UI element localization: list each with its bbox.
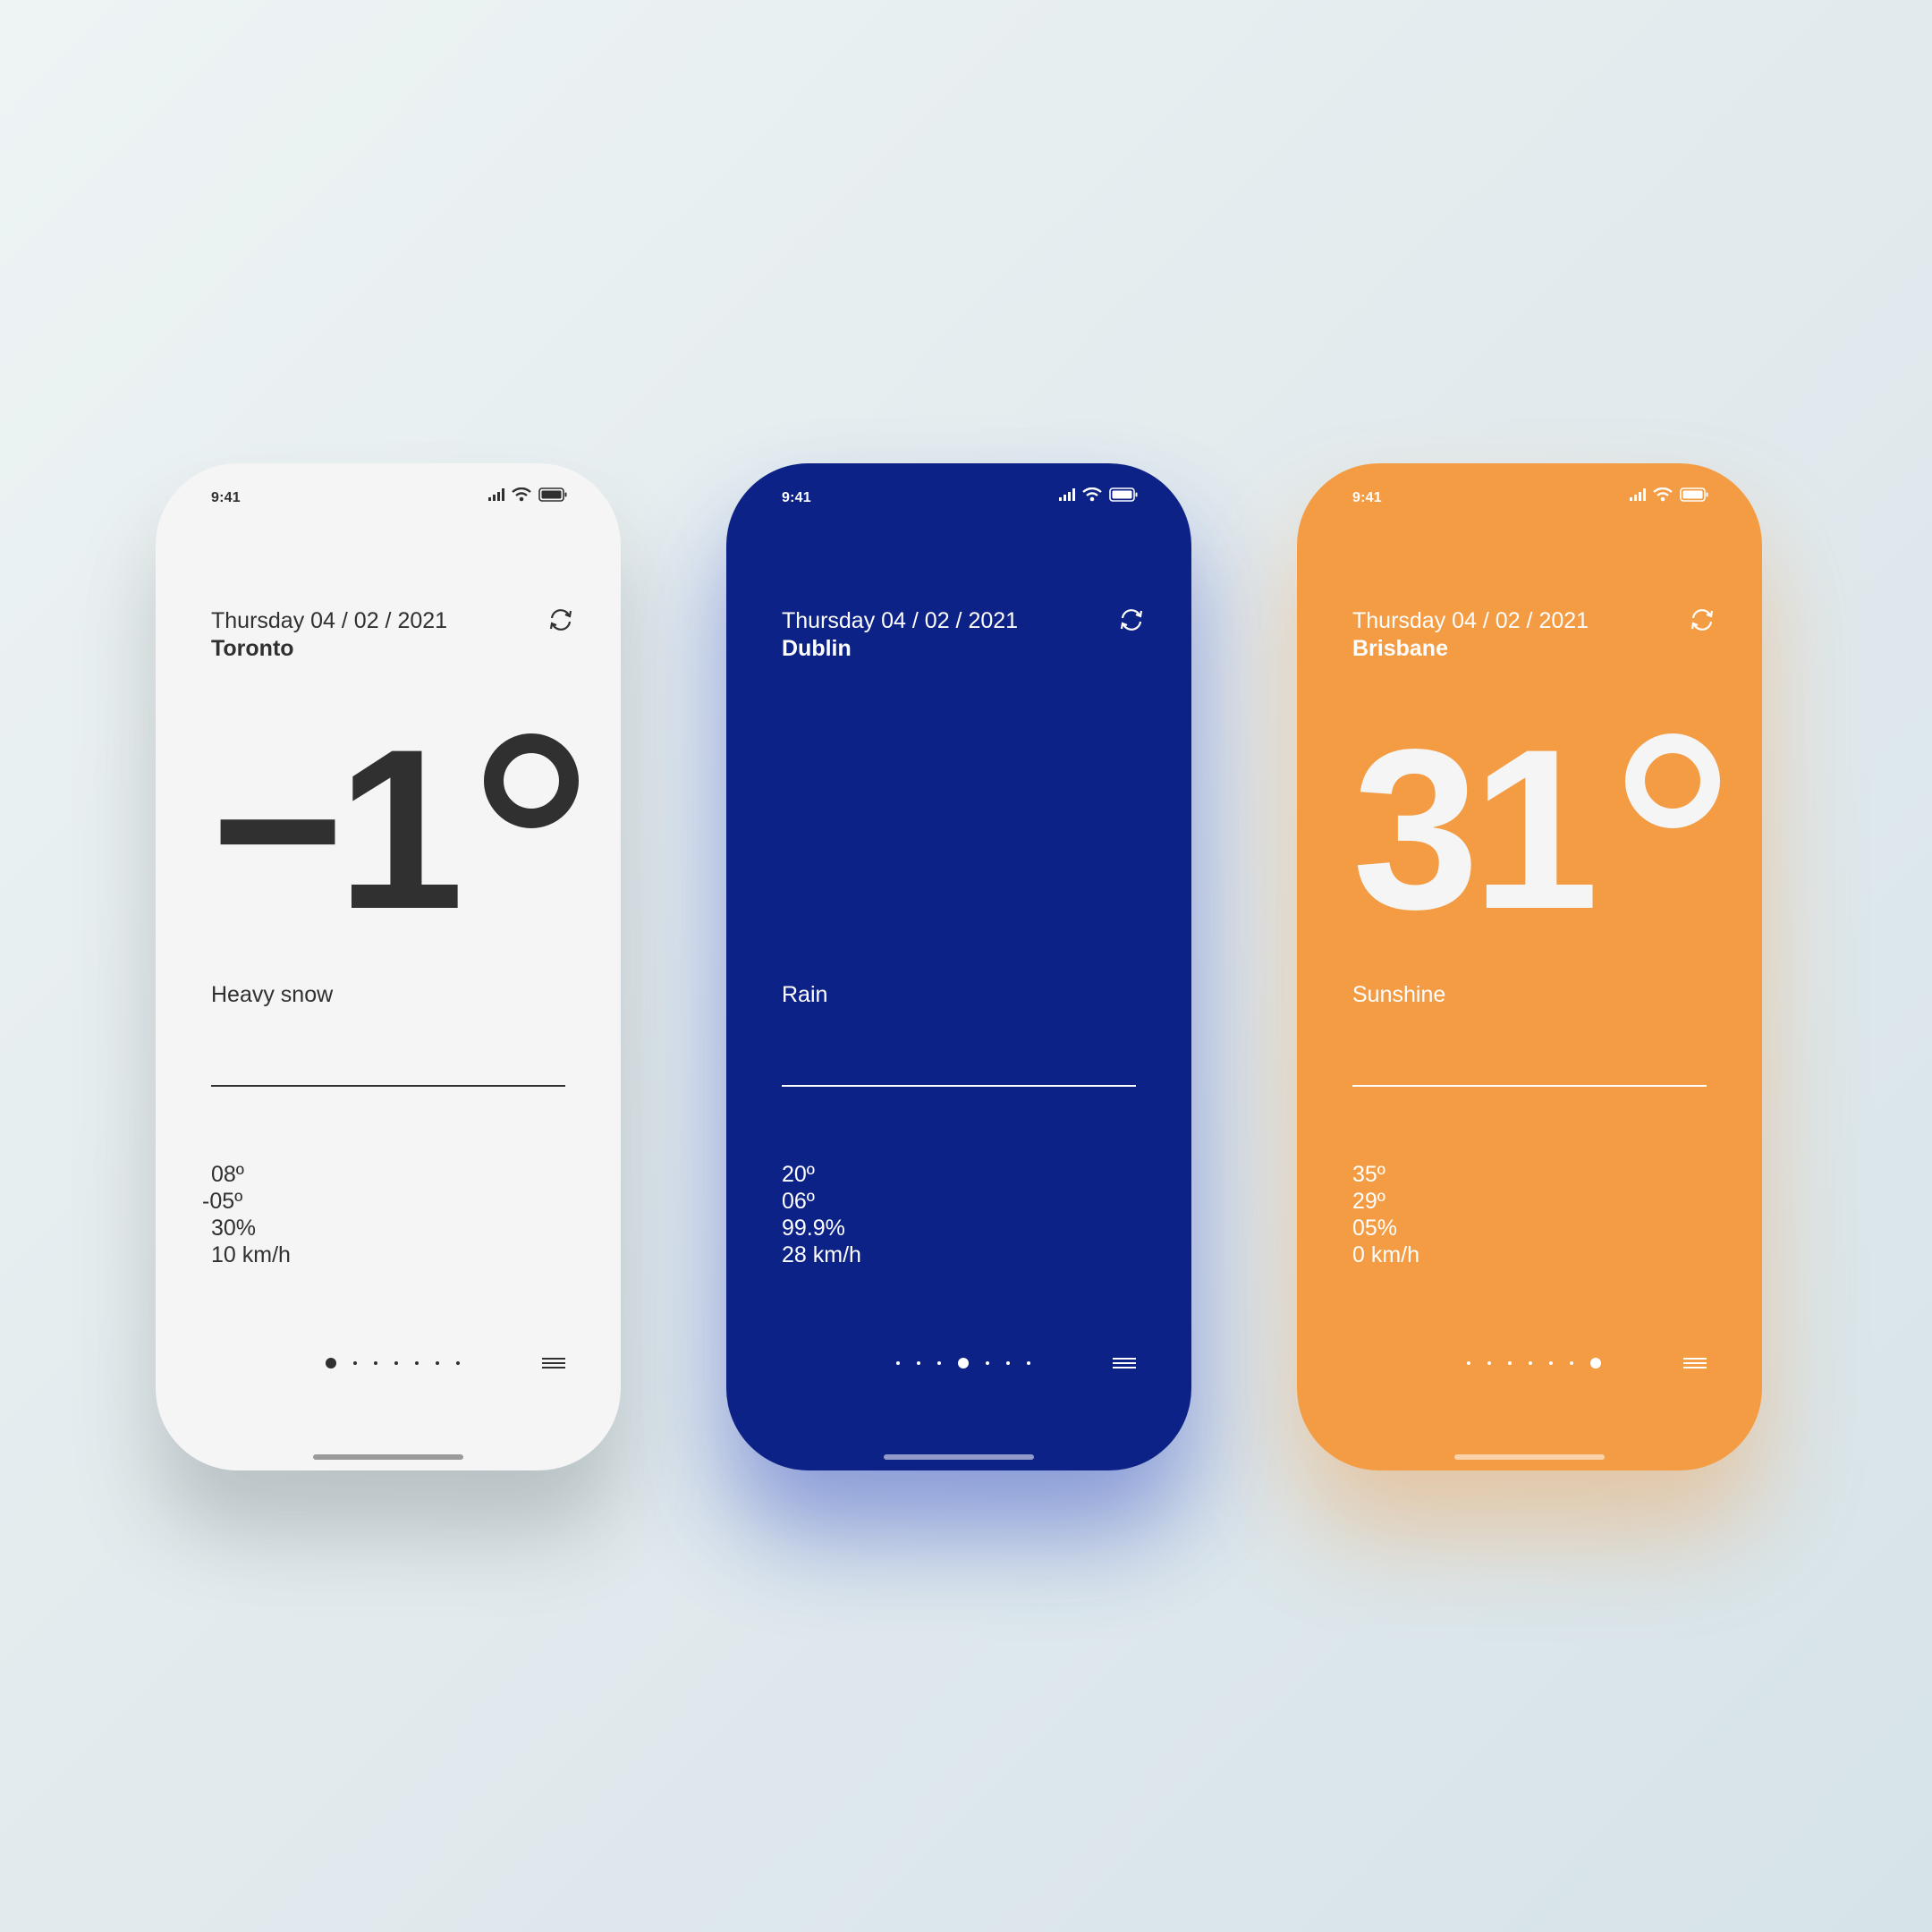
stats-list: 08º -05º 30% 10 km/h [202, 1161, 291, 1268]
stat-humidity: 30% [211, 1216, 257, 1241]
wifi-icon [1653, 487, 1673, 502]
page-dot[interactable] [415, 1361, 419, 1365]
page-dot[interactable] [456, 1361, 460, 1365]
home-indicator[interactable] [313, 1454, 463, 1460]
home-indicator[interactable] [884, 1454, 1034, 1460]
stat-high: 35º [1352, 1162, 1385, 1187]
signal-icon [488, 488, 504, 501]
stat-wind: 10 km/h [211, 1242, 291, 1267]
page-indicator[interactable] [1467, 1356, 1601, 1370]
menu-icon[interactable] [1113, 1356, 1136, 1370]
temperature-display: 31 [1352, 716, 1728, 944]
page-dot[interactable] [1006, 1361, 1010, 1365]
stats-list: 35º 29º 05% 0 km/h [1352, 1161, 1419, 1268]
city-label: Toronto [211, 636, 294, 661]
weather-card-brisbane: 9:41 Thursday 04 / 02 / 2021 Brisbane 31… [1297, 463, 1762, 1470]
divider [211, 1085, 565, 1087]
home-indicator[interactable] [1454, 1454, 1605, 1460]
battery-icon [1109, 487, 1138, 502]
page-dot[interactable] [353, 1361, 357, 1365]
stats-list: 20º 06º 99.9% 28 km/h [782, 1161, 861, 1268]
status-time: 9:41 [782, 490, 811, 505]
menu-icon[interactable] [542, 1356, 565, 1370]
refresh-icon[interactable] [547, 606, 574, 633]
stat-high: 08º [211, 1162, 244, 1187]
temperature-display: −1 [211, 716, 587, 944]
battery-icon [1680, 487, 1708, 502]
page-dot[interactable] [374, 1361, 377, 1365]
weather-card-dublin: 9:41 Thursday 04 / 02 / 2021 Dublin Rain… [726, 463, 1191, 1470]
status-icons [1630, 487, 1708, 502]
stat-humidity: 05% [1352, 1216, 1398, 1241]
weather-card-toronto: 9:41 Thursday 04 / 02 / 2021 Toronto −1 … [156, 463, 621, 1470]
page-dot-active[interactable] [958, 1358, 969, 1368]
condition-label: Heavy snow [211, 982, 334, 1007]
signal-icon [1059, 488, 1075, 501]
stat-wind: 0 km/h [1352, 1242, 1420, 1267]
city-label: Brisbane [1352, 636, 1448, 661]
page-indicator[interactable] [896, 1356, 1030, 1370]
page-dot[interactable] [1570, 1361, 1573, 1365]
wifi-icon [1082, 487, 1102, 502]
stat-low: 06º [782, 1189, 815, 1214]
stat-humidity: 99.9% [782, 1216, 845, 1241]
stat-high: 20º [782, 1162, 815, 1187]
stat-wind: 28 km/h [782, 1242, 861, 1267]
page-dot[interactable] [1529, 1361, 1532, 1365]
signal-icon [1630, 488, 1646, 501]
temperature-value: 31 [1352, 702, 1599, 957]
condition-label: Rain [782, 982, 828, 1007]
battery-icon [538, 487, 567, 502]
divider [782, 1085, 1136, 1087]
page-dot[interactable] [1487, 1361, 1491, 1365]
page-dot[interactable] [1549, 1361, 1553, 1365]
page-indicator[interactable] [326, 1356, 460, 1370]
page-dot[interactable] [986, 1361, 989, 1365]
page-dot[interactable] [1027, 1361, 1030, 1365]
refresh-icon[interactable] [1689, 606, 1716, 633]
page-dot-active[interactable] [326, 1358, 336, 1368]
city-label: Dublin [782, 636, 852, 661]
temperature-value: −1 [211, 702, 464, 957]
status-icons [488, 487, 567, 502]
page-dot[interactable] [436, 1361, 439, 1365]
wifi-icon [512, 487, 531, 502]
date-label: Thursday 04 / 02 / 2021 [211, 608, 448, 633]
refresh-icon[interactable] [1118, 606, 1145, 633]
stat-low: -05º [202, 1189, 243, 1214]
status-time: 9:41 [211, 490, 241, 505]
degree-symbol [1625, 733, 1720, 828]
page-dot[interactable] [1508, 1361, 1512, 1365]
page-dot[interactable] [937, 1361, 941, 1365]
divider [1352, 1085, 1707, 1087]
status-icons [1059, 487, 1138, 502]
condition-label: Sunshine [1352, 982, 1446, 1007]
page-dot[interactable] [896, 1361, 900, 1365]
stat-low: 29º [1352, 1189, 1385, 1214]
status-time: 9:41 [1352, 490, 1382, 505]
page-dot[interactable] [1467, 1361, 1470, 1365]
page-dot-active[interactable] [1590, 1358, 1601, 1368]
date-label: Thursday 04 / 02 / 2021 [1352, 608, 1589, 633]
page-dot[interactable] [917, 1361, 920, 1365]
page-dot[interactable] [394, 1361, 398, 1365]
date-label: Thursday 04 / 02 / 2021 [782, 608, 1019, 633]
degree-symbol [484, 733, 579, 828]
menu-icon[interactable] [1683, 1356, 1707, 1370]
